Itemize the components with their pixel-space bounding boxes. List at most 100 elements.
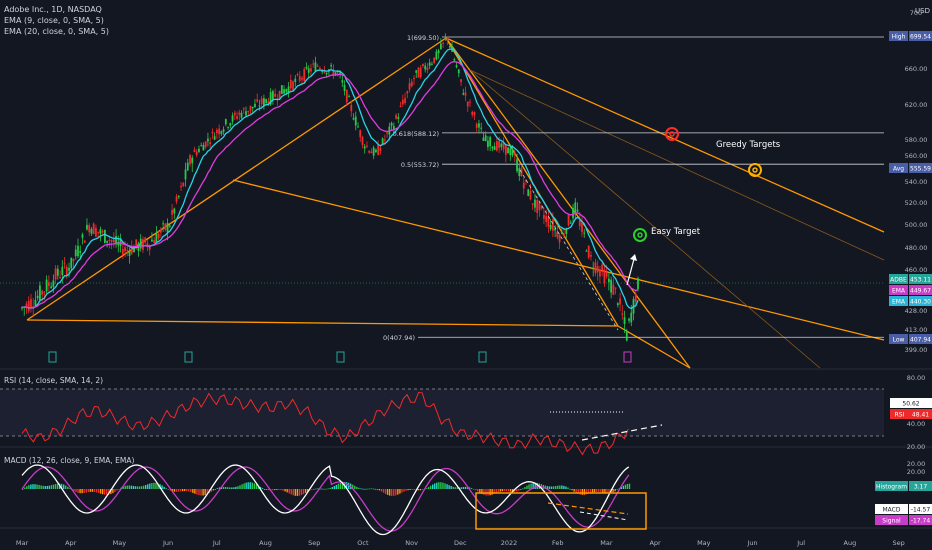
easy-target-label: Easy Target xyxy=(651,227,701,237)
macd-hist-bar xyxy=(489,489,491,496)
macd-hist-bar xyxy=(477,489,479,492)
macd-hist-bar xyxy=(354,485,356,489)
macd-hist-bar xyxy=(563,485,565,489)
macd-hist-bar xyxy=(561,485,563,489)
candle-body xyxy=(401,99,404,105)
macd-hist-bar xyxy=(380,489,383,492)
macd-hist-bar xyxy=(436,482,438,489)
x-tick-label: Sep xyxy=(308,539,320,547)
macd-hist-bar xyxy=(44,486,46,489)
candle-body xyxy=(260,98,263,105)
macd-hist-bar xyxy=(612,489,614,493)
macd-hist-bar xyxy=(329,487,331,489)
x-tick-label: Apr xyxy=(65,539,77,547)
candle-body xyxy=(444,38,447,40)
price-tag-value: 449.67 xyxy=(910,288,931,295)
candle-body xyxy=(352,118,355,120)
macd-hist-bar xyxy=(104,489,106,495)
candle-body xyxy=(285,89,288,92)
macd-hist-bar xyxy=(274,489,276,491)
macd-hist-bar xyxy=(516,489,518,492)
candle-body xyxy=(184,169,187,180)
x-tick-label: Jul xyxy=(796,539,805,547)
chart-svg: Adobe Inc., 1D, NASDAQ EMA (9, close, 0,… xyxy=(0,0,932,550)
macd-tag-value: -14.57 xyxy=(911,507,931,514)
candle-body xyxy=(623,317,626,324)
candle-body xyxy=(343,84,346,92)
macd-hist-bar xyxy=(616,489,618,490)
candle-body xyxy=(422,63,424,67)
price-tag-value: 453.11 xyxy=(910,277,931,284)
macd-hist-bar xyxy=(101,489,104,495)
x-tick-label: Feb xyxy=(552,539,564,547)
candle-body xyxy=(397,116,400,119)
candle-body xyxy=(569,222,572,224)
macd-hist-bar xyxy=(97,489,100,493)
macd-hist-bar xyxy=(393,489,395,496)
candle-body xyxy=(493,146,496,150)
macd-hist-bar xyxy=(419,489,422,491)
candle-body xyxy=(54,268,57,280)
macd-hist-bar xyxy=(552,486,555,489)
candle-body xyxy=(464,92,467,96)
candle-body xyxy=(551,219,554,231)
candle-body xyxy=(159,228,162,233)
candle-body xyxy=(489,137,492,147)
macd-hist-bar xyxy=(95,489,98,493)
candle-body xyxy=(303,68,306,81)
x-tick-label: Mar xyxy=(600,539,613,547)
macd-hist-bar xyxy=(483,489,485,495)
candle-body xyxy=(428,62,431,66)
macd-hist-bar xyxy=(167,489,169,490)
macd-hist-bar xyxy=(132,485,135,489)
macd-hist-bar xyxy=(581,489,584,495)
macd-hist-bar xyxy=(358,487,360,489)
candle-body xyxy=(213,136,216,140)
x-tick-label: 2022 xyxy=(501,539,518,547)
candle-body xyxy=(370,151,373,154)
macd-hist-bar xyxy=(124,485,126,489)
macd-hist-bar xyxy=(362,488,364,490)
candle-body xyxy=(504,145,507,155)
candle-body xyxy=(238,112,241,115)
macd-hist-bar xyxy=(24,487,26,489)
macd-hist-bar xyxy=(446,484,448,489)
macd-hist-bar xyxy=(331,487,333,489)
price-tag-label: EMA xyxy=(892,299,906,306)
macd-hist-bar xyxy=(360,488,362,490)
candle-body xyxy=(529,190,532,200)
candle-body xyxy=(433,57,436,63)
macd-hist-bar xyxy=(626,483,629,489)
candle-body xyxy=(619,298,621,305)
macd-hist-bar xyxy=(38,484,40,489)
macd-hist-bar xyxy=(28,485,30,489)
macd-hist-bar xyxy=(475,489,477,491)
macd-hist-bar xyxy=(233,487,235,489)
candle-body xyxy=(363,146,366,149)
candle-body xyxy=(77,245,79,257)
macd-hist-bar xyxy=(520,489,522,490)
macd-hist-bar xyxy=(188,489,190,492)
candle-body xyxy=(283,89,285,94)
candle-body xyxy=(142,239,144,250)
rsi-tick-label: 80.00 xyxy=(907,374,926,382)
macd-hist-bar xyxy=(186,489,188,492)
macd-hist-bar xyxy=(434,483,436,489)
macd-hist-bar xyxy=(224,487,227,489)
macd-hist-bar xyxy=(216,488,219,489)
candle-body xyxy=(596,266,599,273)
candle-body xyxy=(101,231,104,233)
candle-body xyxy=(162,223,165,225)
macd-hist-bar xyxy=(67,486,69,489)
candle-body xyxy=(522,182,525,189)
candle-body xyxy=(495,141,498,151)
macd-tick-label: 20.00 xyxy=(907,468,926,476)
macd-hist-bar xyxy=(614,489,616,492)
candle-body xyxy=(603,269,606,284)
candle-body xyxy=(383,139,386,141)
macd-hist-bar xyxy=(315,488,317,490)
candle-body xyxy=(108,240,111,242)
candle-body xyxy=(222,129,225,132)
macd-hist-bar xyxy=(237,486,239,489)
macd-hist-bar xyxy=(421,489,424,490)
